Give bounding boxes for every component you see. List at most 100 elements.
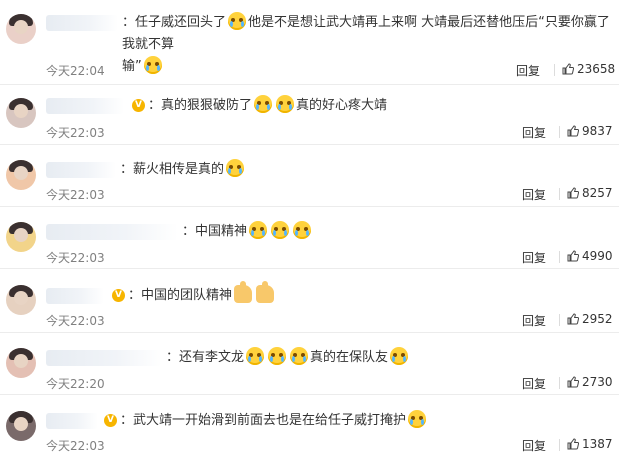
action-separator: [559, 188, 560, 200]
like-count: 1387: [582, 437, 613, 451]
username-blurred[interactable]: [46, 350, 162, 366]
crying-face-emoji-icon: [228, 12, 247, 30]
action-separator: [559, 251, 560, 263]
comment-text-segment: ：任子威还回头了: [122, 15, 227, 30]
like-count: 2730: [582, 375, 613, 389]
avatar[interactable]: [6, 222, 36, 252]
like-button[interactable]: 2952: [567, 312, 613, 326]
comment-text: ：中国的团队精神: [128, 281, 612, 307]
like-button[interactable]: 2730: [567, 375, 613, 389]
crying-face-emoji-icon: [246, 347, 265, 365]
crying-face-emoji-icon: [268, 347, 287, 365]
avatar-face: [14, 291, 28, 305]
comment-time: 今天22:04: [46, 64, 105, 78]
comment-time: 今天22:03: [46, 251, 105, 265]
reply-button[interactable]: 回复: [522, 249, 546, 266]
action-separator: [554, 64, 555, 76]
username-blurred[interactable]: [46, 413, 98, 429]
username-blurred[interactable]: [46, 98, 124, 114]
like-count: 23658: [577, 62, 616, 76]
comment-text-continuation: 输”: [122, 59, 142, 74]
username-blurred[interactable]: [46, 224, 178, 240]
reply-button[interactable]: 回复: [522, 312, 546, 329]
comment-time: 今天22:20: [46, 377, 105, 391]
comment-divider: [0, 332, 619, 333]
crying-face-emoji-icon: [390, 347, 409, 365]
reply-button[interactable]: 回复: [522, 186, 546, 203]
comment-text-segment: ：薪火相传是真的: [120, 162, 225, 177]
crying-face-emoji-icon: [254, 95, 273, 113]
avatar-face: [14, 228, 28, 242]
thumbs-up-emoji-icon: [256, 281, 275, 303]
thumbs-up-icon: [567, 376, 580, 388]
comment-text: ：中国精神: [182, 221, 612, 243]
crying-face-emoji-icon: [408, 410, 427, 428]
like-count: 4990: [582, 249, 613, 263]
like-button[interactable]: 8257: [567, 186, 613, 200]
thumbs-up-icon: [567, 187, 580, 199]
username-blurred[interactable]: [46, 15, 118, 31]
thumbs-up-icon: [567, 313, 580, 325]
comment-text: ：真的狠狠破防了 真的好心疼大靖: [148, 95, 612, 117]
avatar[interactable]: [6, 285, 36, 315]
reply-button[interactable]: 回复: [516, 62, 540, 79]
comment-time: 今天22:03: [46, 188, 105, 202]
avatar-face: [14, 104, 28, 118]
avatar-face: [14, 166, 28, 180]
crying-face-emoji-icon: [226, 159, 245, 177]
thumbs-up-icon: [567, 250, 580, 262]
reply-button[interactable]: 回复: [522, 437, 546, 454]
crying-face-emoji-icon: [290, 347, 309, 365]
comment-text: ：还有李文龙 真的在保队友: [166, 347, 612, 369]
avatar[interactable]: [6, 160, 36, 190]
avatar-face: [14, 20, 28, 34]
like-button[interactable]: 9837: [567, 124, 613, 138]
vip-badge-icon: V: [132, 99, 145, 112]
action-separator: [559, 314, 560, 326]
vip-badge-icon: V: [104, 414, 117, 427]
like-count: 2952: [582, 312, 613, 326]
crying-face-emoji-icon: [143, 56, 162, 74]
comment-text-segment: ：中国的团队精神: [128, 288, 233, 303]
like-count: 8257: [582, 186, 613, 200]
comment-text-segment: 真的在保队友: [310, 350, 389, 365]
username-blurred[interactable]: [46, 162, 116, 178]
crying-face-emoji-icon: [271, 221, 290, 239]
crying-face-emoji-icon: [293, 221, 312, 239]
comment-divider: [0, 394, 619, 395]
crying-face-emoji-icon: [249, 221, 268, 239]
avatar[interactable]: [6, 98, 36, 128]
action-separator: [559, 126, 560, 138]
thumbs-up-emoji-icon: [234, 281, 253, 303]
comment-divider: [0, 144, 619, 145]
comment-text-segment: ：武大靖一开始滑到前面去也是在给任子威打掩护: [120, 413, 407, 428]
like-button[interactable]: 23658: [562, 62, 615, 76]
like-button[interactable]: 1387: [567, 437, 613, 451]
comment-divider: [0, 206, 619, 207]
thumbs-up-icon: [567, 125, 580, 137]
comment-text-segment: ：中国精神: [182, 224, 248, 239]
avatar[interactable]: [6, 411, 36, 441]
avatar-face: [14, 354, 28, 368]
vip-badge-icon: V: [112, 289, 125, 302]
comment-text: ：武大靖一开始滑到前面去也是在给任子威打掩护: [120, 410, 612, 432]
comment-text-segment: ：真的狠狠破防了: [148, 98, 253, 113]
comment-text-segment: 真的好心疼大靖: [296, 98, 388, 113]
reply-button[interactable]: 回复: [522, 375, 546, 392]
username-blurred[interactable]: [46, 288, 104, 304]
comment-time: 今天22:03: [46, 314, 105, 328]
comment-text-segment: ：还有李文龙: [166, 350, 245, 365]
avatar[interactable]: [6, 348, 36, 378]
thumbs-up-icon: [562, 63, 575, 75]
action-separator: [559, 439, 560, 451]
action-separator: [559, 377, 560, 389]
like-button[interactable]: 4990: [567, 249, 613, 263]
like-count: 9837: [582, 124, 613, 138]
reply-button[interactable]: 回复: [522, 124, 546, 141]
comment-divider: [0, 268, 619, 269]
avatar[interactable]: [6, 14, 36, 44]
crying-face-emoji-icon: [276, 95, 295, 113]
comment-text: ：薪火相传是真的: [120, 159, 612, 181]
comment-time: 今天22:03: [46, 439, 105, 453]
comment-divider: [0, 84, 619, 85]
